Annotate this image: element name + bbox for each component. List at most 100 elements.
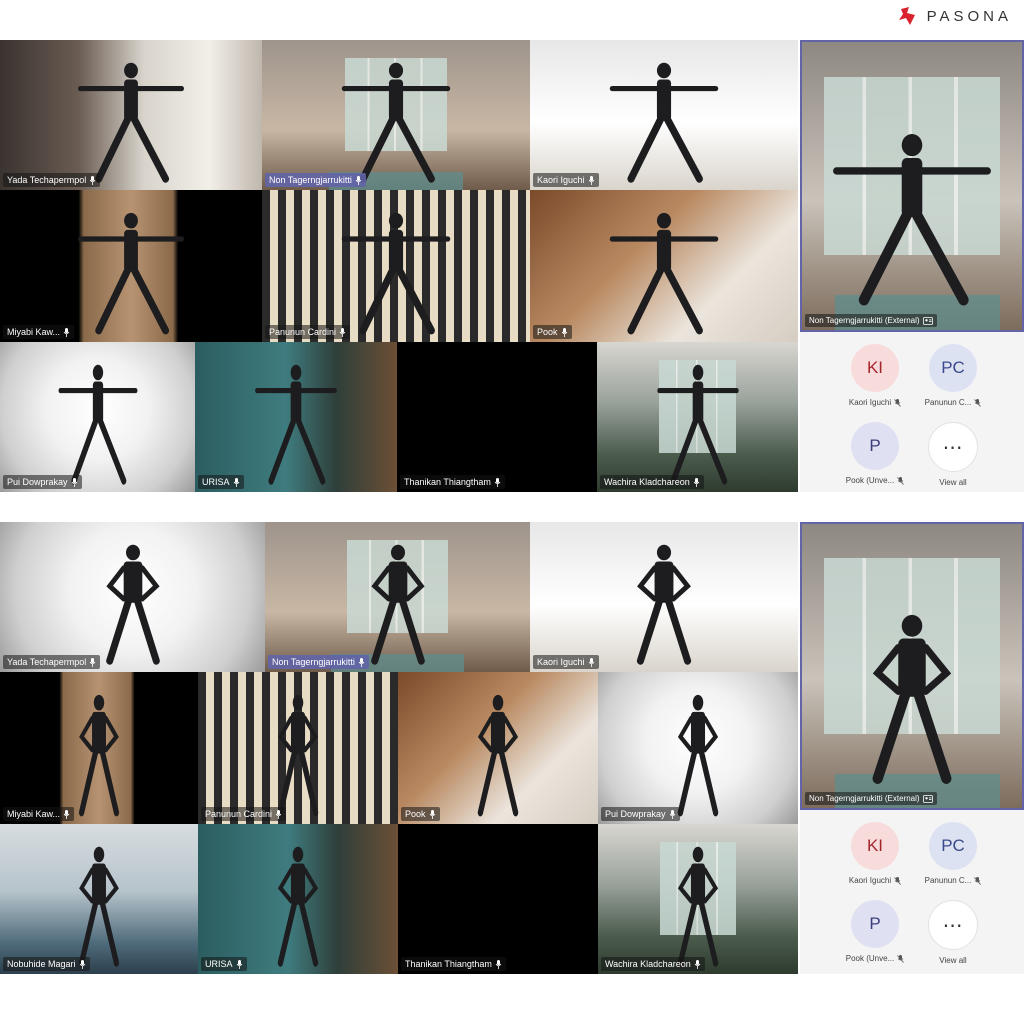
brand-name: PASONA [926,7,1012,25]
roster-name: View all [939,478,967,487]
participant-name: Non Tagerngjarrukitti [272,657,355,667]
participant-figure [654,839,742,968]
roster-label: Panunun C... [914,876,992,885]
participant-name: Miyabi Kaw... [7,809,61,819]
participant-name-tag: Panunun Cardini [265,325,351,339]
video-tile[interactable]: Miyabi Kaw... [0,190,262,342]
microphone-icon [71,477,77,487]
participant-name: Thanikan Thiangtham [405,959,492,969]
participant-figure [454,687,542,818]
roster-name: Panunun C... [924,876,972,885]
participant-name: Nobuhide Magari [7,959,76,969]
microphone-icon [63,327,70,337]
participant-roster: KI Kaori Iguchi PC Panunun C... P Pook (Unv… [800,810,1024,974]
video-tile[interactable]: Wachira Kladchareon [598,824,798,974]
participant-name-tag: Kaori Iguchi [533,173,599,187]
microphone-icon [694,959,701,969]
participant-name-tag: Nobuhide Magari [3,957,90,971]
video-tile[interactable]: Non Tagerngjarrukitti [262,40,530,190]
roster-label: Panunun C... [914,398,992,407]
participant-figure [826,123,998,307]
featured-video-tile[interactable]: Non Tagerngjarrukitti (External) [800,40,1024,332]
microphone-icon [63,809,70,819]
external-user-icon [922,794,933,803]
video-tile[interactable]: Pui Dowprakay [0,342,195,492]
avatar: PC [929,344,977,392]
participant-name-tag: Wachira Kladchareon [601,957,705,971]
roster-participant[interactable]: PC Panunun C... [914,344,992,407]
participant-figure [339,537,456,666]
external-user-icon [922,316,933,325]
participant-name-tag: URISA [198,475,244,489]
video-tile[interactable]: Panunun Cardini [262,190,530,342]
video-tile[interactable]: Thanikan Thiangtham [397,342,597,492]
participant-name: Non Tagerngjarrukitti (External) [809,316,920,325]
participant-name: Pui Dowprakay [7,477,68,487]
participant-name: Non Tagerngjarrukitti (External) [809,794,920,803]
video-tile[interactable]: Pook [398,672,598,824]
roster-name: Kaori Iguchi [848,398,892,407]
microphone-icon [236,959,242,969]
participant-name-tag: Yada Techapermpol [3,173,101,187]
microphone-icon [79,959,85,969]
brand-logo: PASONA [897,6,1012,26]
video-tile[interactable]: Non Tagerngjarrukitti [265,522,530,672]
video-tile[interactable]: Wachira Kladchareon [597,342,798,492]
featured-video-tile[interactable]: Non Tagerngjarrukitti (External) [800,522,1024,810]
muted-microphone-icon [894,876,901,885]
roster-participant[interactable]: KI Kaori Iguchi [836,822,914,885]
participant-name: Pook [405,809,426,819]
pasona-logo-icon [898,7,915,25]
video-tile[interactable]: Yada Techapermpol [0,522,265,672]
video-tile[interactable]: URISA [198,824,398,974]
roster-label: Pook (Unve... [836,954,914,963]
participant-figure [337,55,455,184]
video-tile[interactable]: Panunun Cardini [198,672,398,824]
roster-participant[interactable]: KI Kaori Iguchi [836,344,914,407]
more-options-icon: ⋯ [928,422,978,472]
participant-figure [55,839,142,968]
participant-name-tag: Yada Techapermpol [3,655,101,669]
more-options-icon: ⋯ [928,900,978,950]
participant-name-tag: Kaori Iguchi [533,655,599,669]
video-tile[interactable]: Pui Dowprakay [598,672,798,824]
participant-name-tag: Panunun Cardini [201,807,287,821]
view-all-button[interactable]: ⋯ View all [914,422,992,487]
video-tile[interactable]: Thanikan Thiangtham [398,824,598,974]
participant-figure [74,537,191,666]
participant-name-tag: Thanikan Thiangtham [400,475,505,489]
participant-name-tag: Miyabi Kaw... [3,325,75,339]
video-tile[interactable]: Kaori Iguchi [530,40,798,190]
participant-name: Non Tagerngjarrukitti [269,175,352,185]
video-tile[interactable]: Yada Techapermpol [0,40,262,190]
participant-name: Miyabi Kaw... [7,327,61,337]
roster-participant[interactable]: P Pook (Unve... [836,422,914,485]
video-background [397,342,597,492]
microphone-icon [669,809,675,819]
participant-name-tag: Miyabi Kaw... [3,807,75,821]
video-tile[interactable]: URISA [195,342,397,492]
participant-name-tag: Non Tagerngjarrukitti (External) [805,792,937,805]
muted-microphone-icon [897,476,905,485]
roster-participant[interactable]: PC Panunun C... [914,822,992,885]
roster-label: Pook (Unve... [836,476,914,485]
video-tile[interactable]: Nobuhide Magari [0,824,198,974]
meeting-screenshot-2: Yada Techapermpol Non Tagerngjarrukitti … [0,522,1024,974]
video-tile[interactable]: Miyabi Kaw... [0,672,198,824]
participant-name: Kaori Iguchi [537,657,585,667]
participant-figure [653,357,741,486]
video-tile[interactable]: Kaori Iguchi [530,522,798,672]
roster-participant[interactable]: P Pook (Unve... [836,900,914,963]
roster-label: View all [914,478,992,487]
microphone-icon [89,657,96,667]
participant-name: Pui Dowprakay [605,809,666,819]
participant-name-tag: Pook [533,325,572,339]
video-tile[interactable]: Pook [530,190,798,342]
muted-microphone-icon [897,954,905,963]
participant-name-tag: Pui Dowprakay [601,807,680,821]
participant-figure [252,357,341,486]
view-all-button[interactable]: ⋯ View all [914,900,992,965]
roster-name: Pook (Unve... [845,476,895,485]
roster-name: Kaori Iguchi [848,876,892,885]
microphone-icon [693,477,700,487]
